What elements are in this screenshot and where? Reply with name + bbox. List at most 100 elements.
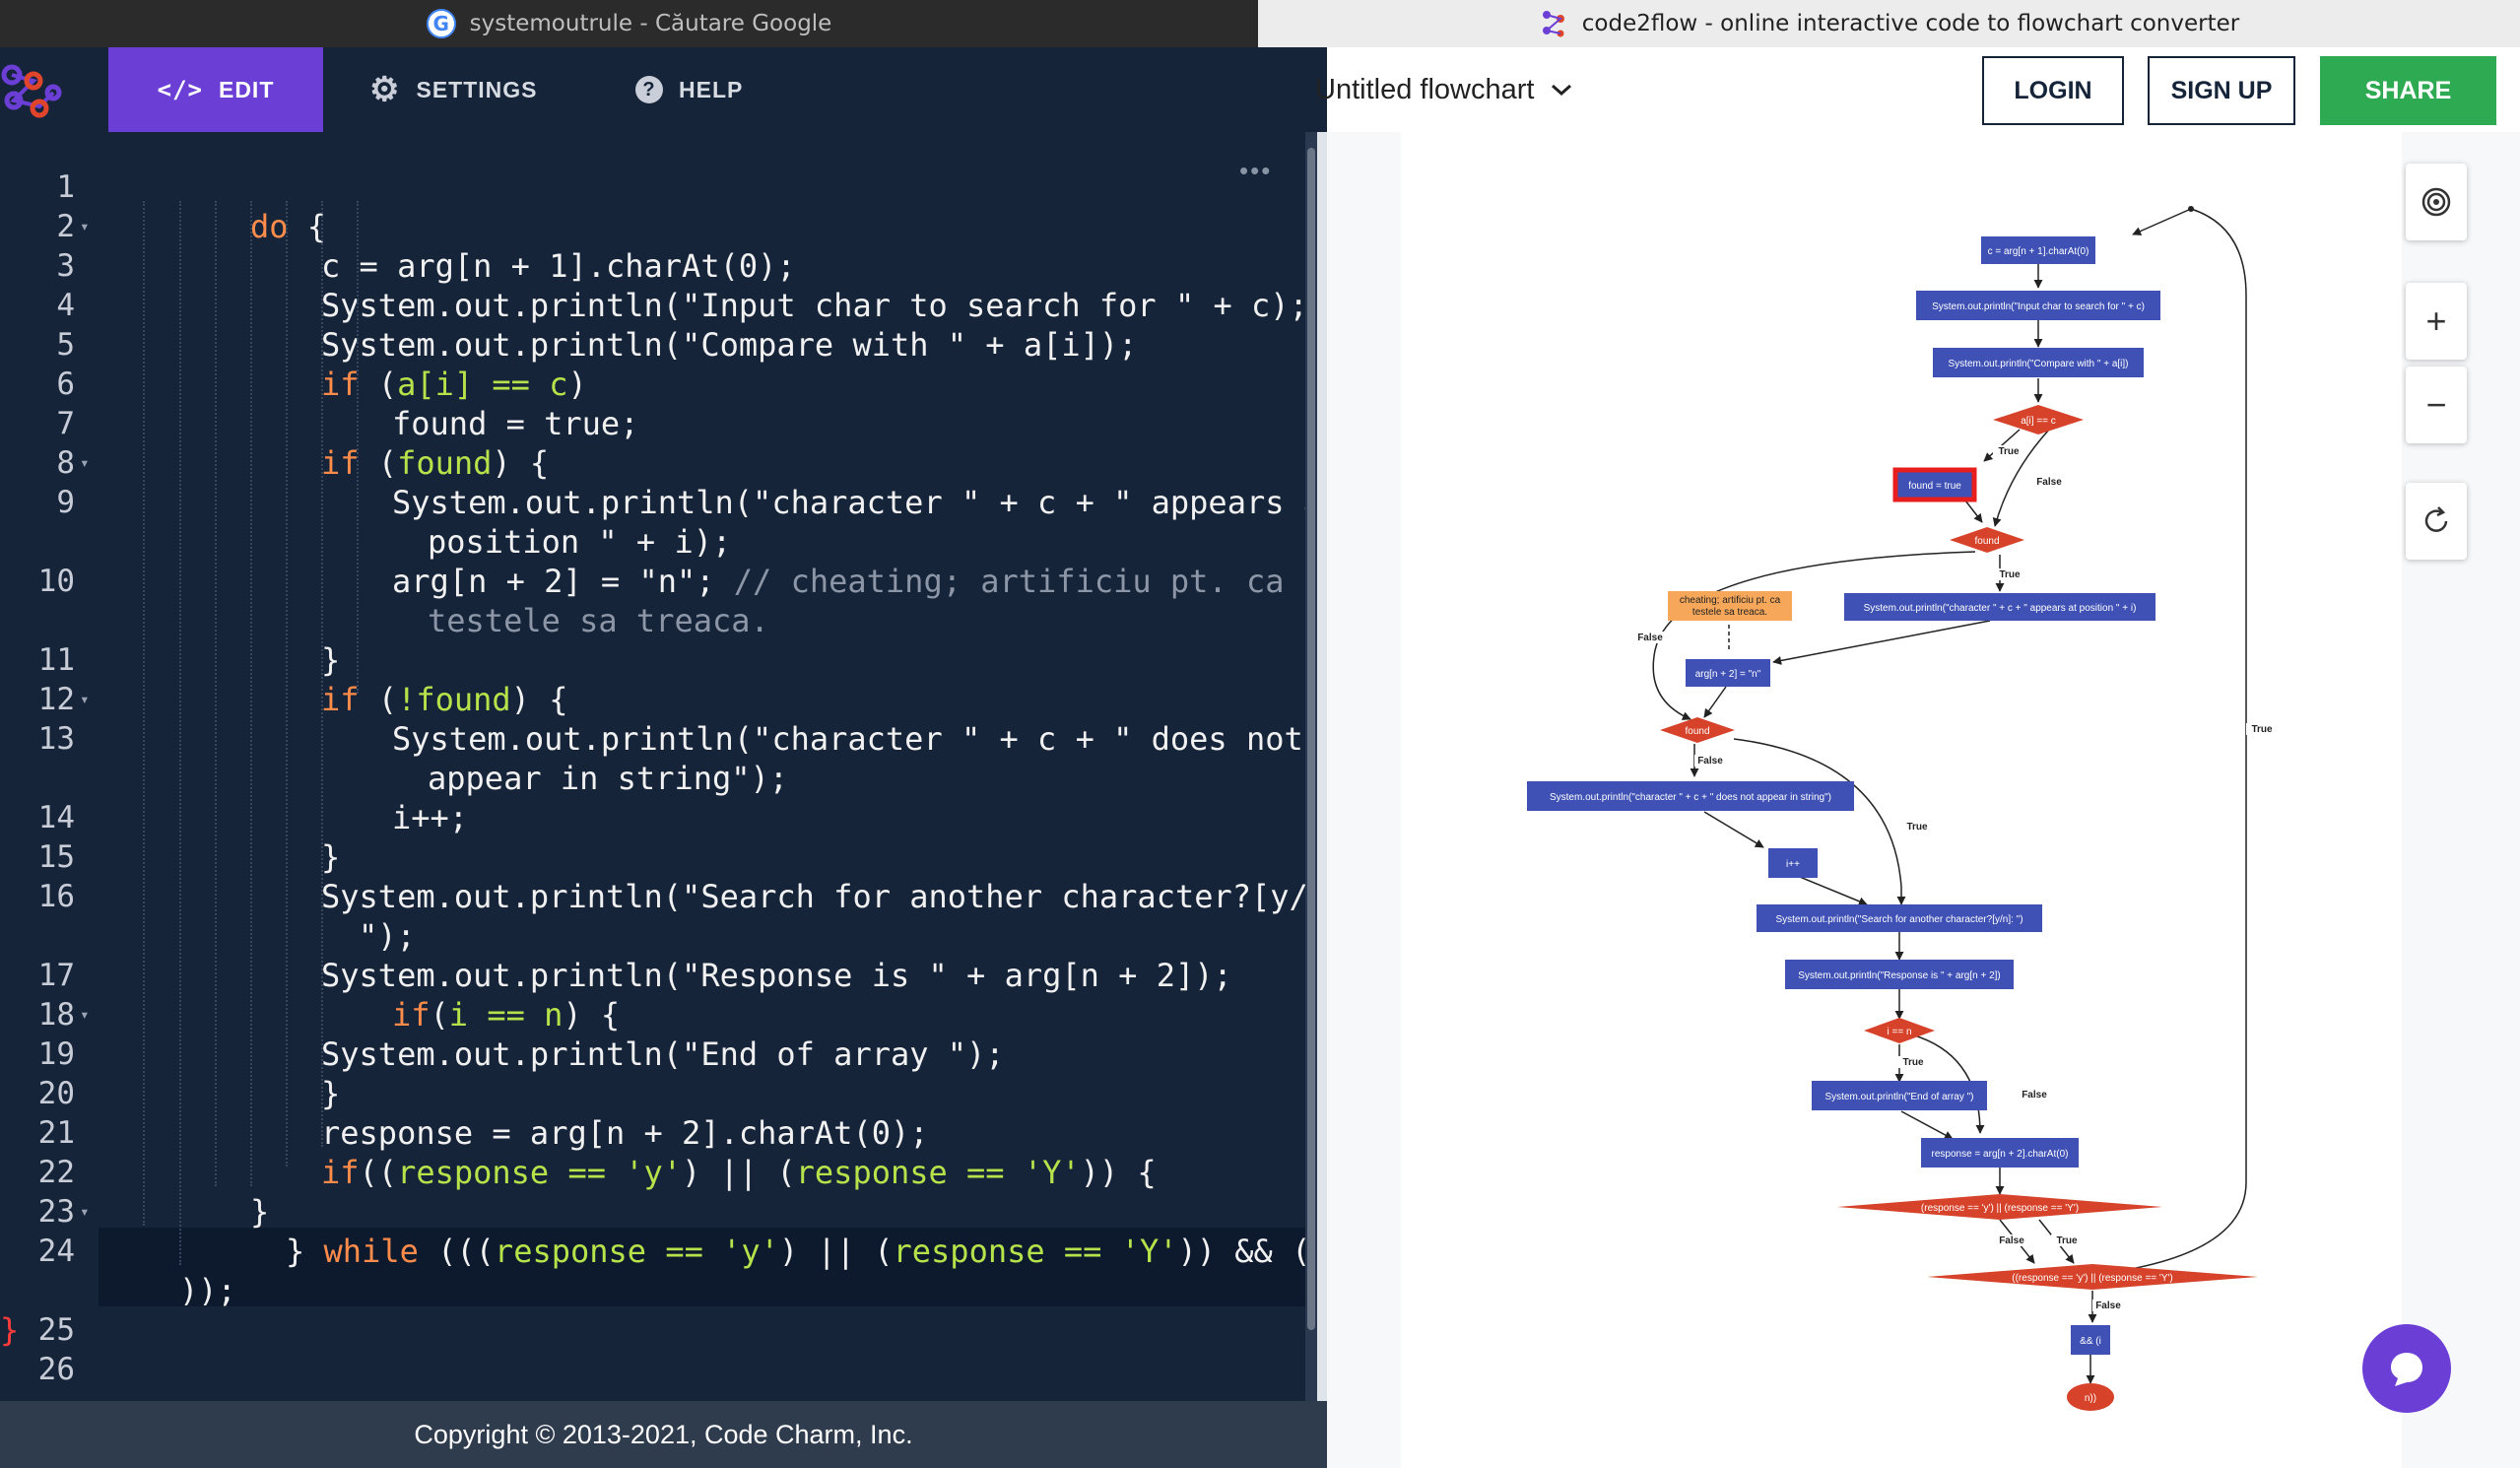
code-line[interactable]: 7 found = true; bbox=[0, 404, 1310, 443]
flowchart-node-label: System.out.println("character " + c + " … bbox=[1550, 792, 1831, 803]
browser-tab-title: systemoutrule - Căutare Google bbox=[469, 11, 832, 36]
code-line[interactable]: 19 System.out.println("End of array "); bbox=[0, 1034, 1310, 1074]
signup-button[interactable]: SIGN UP bbox=[2148, 56, 2295, 125]
code-line[interactable]: "); bbox=[0, 916, 1310, 956]
code-text: if (a[i] == c) bbox=[321, 365, 587, 404]
zoom-out-button[interactable]: − bbox=[2406, 367, 2467, 443]
flowchart-node-label: found bbox=[1685, 726, 1709, 737]
code-line[interactable]: 15} bbox=[0, 837, 1310, 877]
line-number: 5 bbox=[56, 327, 75, 363]
flowchart-node-label: i++ bbox=[1786, 859, 1800, 870]
code-line[interactable]: 12 ▾ if (!found) { bbox=[0, 680, 1310, 719]
indent-guide bbox=[357, 201, 359, 694]
tab-settings[interactable]: ⚙ SETTINGS bbox=[369, 47, 538, 132]
code-line[interactable]: appear in string"); bbox=[0, 759, 1310, 798]
code-line[interactable]: 14 i++; bbox=[0, 798, 1310, 837]
code-editor[interactable]: ••• 1 2 ▾ do {3 c = arg[n + 1].charAt(0); 4 Sy… bbox=[0, 132, 1327, 1401]
code-line[interactable]: 9 System.out.println("character " + c + "… bbox=[0, 483, 1327, 522]
code-token: appear in string"); bbox=[428, 760, 789, 797]
flowchart-node-label: a[i] == c bbox=[2021, 416, 2056, 427]
code-line[interactable]: 6 if (a[i] == c) bbox=[0, 365, 1310, 404]
zoom-in-button[interactable]: + bbox=[2406, 283, 2467, 360]
code-token: ( bbox=[359, 681, 398, 718]
fold-toggle-icon[interactable]: ▾ bbox=[80, 443, 90, 483]
code-token: ( bbox=[359, 444, 398, 482]
flowchart-node-label: System.out.println("Input char to search… bbox=[1932, 301, 2145, 312]
footer: Copyright © 2013-2021, Code Charm, Inc. bbox=[0, 1401, 1327, 1468]
code2flow-logo-icon[interactable] bbox=[0, 59, 65, 124]
line-number: 2 bbox=[56, 209, 75, 244]
code-text: arg[n + 2] = "n"; // cheating; artificiu… bbox=[392, 562, 1284, 601]
code-token: do bbox=[250, 208, 289, 245]
flowchart-title-dropdown[interactable]: Untitled flowchart bbox=[1315, 47, 1573, 132]
code-line[interactable]: testele sa treaca. bbox=[0, 601, 1310, 640]
code-line[interactable]: position " + i); bbox=[0, 522, 1310, 562]
flowchart-edge-label: False bbox=[2036, 477, 2062, 488]
line-number: 6 bbox=[56, 367, 75, 402]
fold-toggle-icon[interactable]: ▾ bbox=[80, 995, 90, 1034]
code-line[interactable]: 2 ▾ do { bbox=[0, 207, 1310, 246]
code-line[interactable]: 20} bbox=[0, 1074, 1310, 1113]
code-token: ((( bbox=[418, 1233, 495, 1270]
code-line[interactable]: 23 ▾} bbox=[0, 1192, 1310, 1232]
login-button[interactable]: LOGIN bbox=[1982, 56, 2124, 125]
code-line[interactable]: 4 System.out.println("Input char to searc… bbox=[0, 286, 1310, 325]
code-text: if((response == 'y') || (response == 'Y'… bbox=[321, 1153, 1157, 1192]
code-line[interactable]: 3 c = arg[n + 1].charAt(0); bbox=[0, 246, 1310, 286]
code-line[interactable]: 10 arg[n + 2] = "n"; // cheating; artific… bbox=[0, 562, 1310, 601]
code-line[interactable]: 8 ▾ if (found) { bbox=[0, 443, 1310, 483]
code-token: ) { bbox=[510, 681, 568, 718]
flowchart-node-label: System.out.println("character " + c + " … bbox=[1864, 603, 2137, 614]
code-text: c = arg[n + 1].charAt(0); bbox=[321, 246, 796, 286]
browser-tab-code2flow[interactable]: code2flow - online interactive code to f… bbox=[1258, 0, 2520, 47]
tab-edit-label: EDIT bbox=[218, 76, 275, 102]
code-line[interactable]: 17 System.out.println("Response is " + ar… bbox=[0, 956, 1310, 995]
plus-icon: + bbox=[2425, 300, 2447, 341]
code-line[interactable]: 26 bbox=[0, 1350, 1310, 1389]
code-line[interactable]: )); bbox=[0, 1271, 1310, 1310]
flowchart-node-label: n)) bbox=[2085, 1393, 2096, 1404]
code-token: if bbox=[321, 1154, 360, 1191]
flowchart-node-label: ((response == 'y') || (response == 'Y') bbox=[2012, 1273, 2172, 1284]
line-number: 15 bbox=[37, 839, 75, 875]
code-line[interactable]: 13 System.out.println("character " + c + … bbox=[0, 719, 1310, 759]
flowchart-edge-label: False bbox=[2022, 1090, 2047, 1101]
share-button[interactable]: SHARE bbox=[2320, 56, 2496, 125]
flowchart-edge-label: True bbox=[1902, 1057, 1924, 1068]
google-icon: G bbox=[426, 9, 456, 38]
fit-view-button[interactable] bbox=[2406, 164, 2467, 240]
fold-toggle-icon[interactable]: ▾ bbox=[80, 680, 90, 719]
browser-tab-google[interactable]: G systemoutrule - Căutare Google bbox=[0, 0, 1258, 47]
chat-button[interactable] bbox=[2362, 1324, 2451, 1413]
tab-help[interactable]: ? HELP bbox=[635, 47, 743, 132]
line-number: 1 bbox=[56, 169, 75, 205]
line-number: 26 bbox=[37, 1352, 75, 1387]
code-line[interactable]: 1 bbox=[0, 167, 1310, 207]
flowchart-node-label: System.out.println("End of array ") bbox=[1824, 1092, 1973, 1102]
code-line[interactable]: 5 System.out.println("Compare with " + a[… bbox=[0, 325, 1310, 365]
editor-scrollbar-thumb[interactable] bbox=[1307, 148, 1315, 1330]
code-line[interactable]: 24} while (((response == 'y') || (respon… bbox=[0, 1232, 1327, 1271]
reset-button[interactable] bbox=[2406, 483, 2467, 560]
fold-toggle-icon[interactable]: ▾ bbox=[80, 207, 90, 246]
code-line[interactable]: 25} bbox=[0, 1310, 1310, 1350]
code-line[interactable]: 22 if((response == 'y') || (response == '… bbox=[0, 1153, 1310, 1192]
line-number: 3 bbox=[56, 248, 75, 284]
code-token: ) bbox=[567, 366, 587, 403]
code-token: } bbox=[321, 641, 341, 679]
code-token: System.out.println("Input char to search… bbox=[321, 287, 1308, 324]
code-line[interactable]: 21 response = arg[n + 2].charAt(0); bbox=[0, 1113, 1310, 1153]
code-line[interactable]: 18 ▾ if(i == n) { bbox=[0, 995, 1310, 1034]
fold-toggle-icon[interactable]: ▾ bbox=[80, 1192, 90, 1232]
pane-resize-handle[interactable] bbox=[1317, 132, 1327, 1468]
flowchart-node-label: found bbox=[1974, 536, 1999, 547]
code-line[interactable]: 16 System.out.println("Search for another… bbox=[0, 877, 1327, 916]
flowchart-paper[interactable]: c = arg[n + 1].charAt(0) System.out.print… bbox=[1401, 132, 2402, 1468]
code-line[interactable]: 11} bbox=[0, 640, 1310, 680]
flowchart: c = arg[n + 1].charAt(0) System.out.print… bbox=[1527, 206, 2278, 1411]
code-icon: </> bbox=[157, 76, 203, 103]
tab-settings-label: SETTINGS bbox=[416, 76, 538, 102]
code-token: response == 'y' bbox=[494, 1233, 779, 1270]
tab-edit[interactable]: </> EDIT bbox=[108, 47, 323, 132]
code-text: System.out.println("Response is " + arg[… bbox=[321, 956, 1232, 995]
